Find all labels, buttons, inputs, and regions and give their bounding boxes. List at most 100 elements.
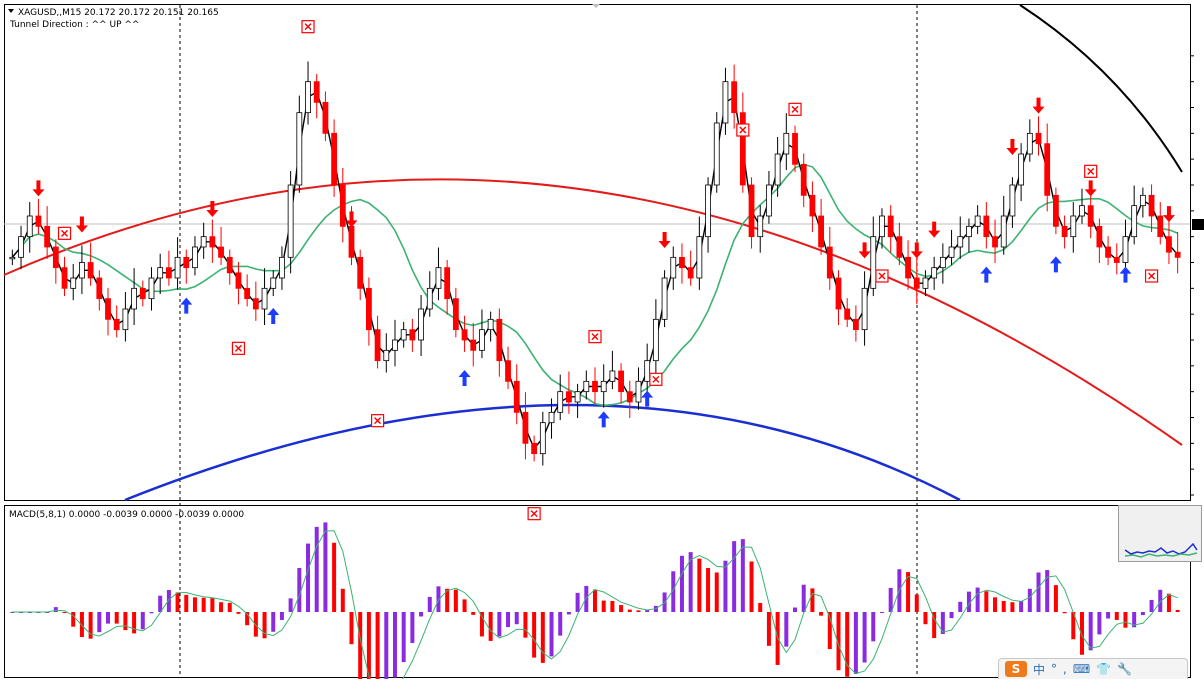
macd-bar xyxy=(227,602,232,612)
mini-chart-preview[interactable] xyxy=(1118,505,1202,562)
signal-box-icon xyxy=(649,372,663,386)
macd-bar xyxy=(332,542,337,612)
candle-bear xyxy=(992,236,998,248)
main-chart-frame xyxy=(4,4,1191,501)
macd-bar xyxy=(158,595,163,612)
macd-bar xyxy=(97,612,102,633)
candle-bear xyxy=(792,132,798,165)
macd-bar xyxy=(1001,601,1006,612)
chart-window[interactable]: XAGUSD,,M15 20.172 20.172 20.151 20.165 … xyxy=(0,0,1204,683)
candle-bear xyxy=(844,308,851,320)
macd-bar xyxy=(201,597,206,612)
candle-bear xyxy=(1166,236,1172,253)
candle-bull xyxy=(1079,205,1085,217)
macd-bar xyxy=(236,612,241,614)
chart-canvas[interactable]: XAGUSD,,M15 20.172 20.172 20.151 20.165 … xyxy=(0,0,1204,683)
candle-bull xyxy=(766,184,772,217)
macd-bar xyxy=(706,568,711,612)
signal-box-icon xyxy=(588,330,602,344)
candle-bull xyxy=(1000,215,1007,248)
candle-bear xyxy=(1035,132,1042,145)
candle-bear xyxy=(1148,194,1155,217)
ime-logo[interactable]: S xyxy=(1005,661,1027,677)
candle-bull xyxy=(696,236,703,279)
macd-bar xyxy=(71,612,76,627)
candle-bear xyxy=(218,246,224,258)
candle-bull xyxy=(574,391,581,403)
candle-bear xyxy=(61,267,68,289)
ime-item[interactable]: ° xyxy=(1051,662,1057,676)
macd-bar xyxy=(1140,612,1145,616)
keyboard-icon[interactable]: ⌨ xyxy=(1073,662,1090,676)
candle-bear xyxy=(209,236,216,248)
candle-bull xyxy=(1009,184,1016,217)
candle-bull xyxy=(9,256,16,260)
macd-bar xyxy=(749,561,754,612)
macd-bar xyxy=(549,612,554,657)
candle-bull xyxy=(652,318,659,362)
macd-bar xyxy=(923,612,928,625)
macd-bar xyxy=(106,612,111,624)
macd-bar xyxy=(488,612,493,641)
candle-bear xyxy=(748,184,755,238)
candle-bear xyxy=(592,380,598,393)
macd-bar xyxy=(62,612,67,613)
candle-bear xyxy=(513,380,520,413)
macd-bar xyxy=(714,572,719,612)
candle-bear xyxy=(357,256,364,289)
macd-bar xyxy=(149,612,154,614)
candle-bear xyxy=(566,391,572,403)
mini-line-green xyxy=(1124,552,1198,558)
macd-bar xyxy=(288,598,293,612)
candle-bear xyxy=(452,298,459,331)
macd-bar xyxy=(306,543,311,612)
macd-bar xyxy=(1027,588,1032,612)
signal-box-icon xyxy=(370,414,385,428)
candle-bull xyxy=(79,262,85,279)
signal-box-icon xyxy=(1144,269,1159,283)
wrench-icon[interactable]: 🔧 xyxy=(1117,662,1132,676)
macd-bar xyxy=(766,612,771,646)
macd-bar xyxy=(627,609,632,612)
macd-bar xyxy=(210,598,215,612)
signal-box-icon xyxy=(1084,164,1098,178)
symbol-line: XAGUSD,,M15 20.172 20.172 20.151 20.165 xyxy=(18,8,219,18)
candle-bull xyxy=(122,308,129,331)
ime-toolbar[interactable]: S 中 ° , ⌨ 👕 🔧 xyxy=(998,658,1188,679)
ime-item[interactable]: 中 xyxy=(1033,661,1045,678)
candle-bull xyxy=(557,391,564,413)
candle-bear xyxy=(505,360,511,382)
candle-bear xyxy=(1061,225,1068,238)
candle-bear xyxy=(687,267,694,279)
candle-bear xyxy=(531,442,538,455)
candle-bull xyxy=(418,308,424,341)
ime-item[interactable]: , xyxy=(1063,662,1067,676)
candle-bear xyxy=(1105,246,1111,258)
macd-bar xyxy=(262,612,267,639)
candle-bear xyxy=(409,329,416,341)
candle-bear xyxy=(365,287,372,331)
candle-bear xyxy=(905,256,911,279)
macd-bar xyxy=(514,612,519,625)
macd-bar xyxy=(323,522,328,612)
skin-icon[interactable]: 👕 xyxy=(1096,662,1111,676)
candle-bear xyxy=(809,194,816,217)
candle-bear xyxy=(1053,194,1059,227)
macd-bar xyxy=(506,612,511,628)
candle-bull xyxy=(774,153,781,186)
candle-bull xyxy=(583,380,590,393)
macd-bar xyxy=(793,607,798,612)
macd-bar xyxy=(819,612,824,616)
candle-bull xyxy=(879,215,885,238)
macd-bar xyxy=(253,612,258,637)
candle-bull xyxy=(539,422,546,455)
macd-bar xyxy=(740,539,745,612)
macd-bar xyxy=(679,555,684,612)
macd-bar xyxy=(1166,593,1171,612)
macd-bar xyxy=(566,612,571,615)
candle-bull xyxy=(383,349,390,362)
macd-bar xyxy=(271,612,276,632)
candle-bull xyxy=(1122,236,1129,263)
candle-bull xyxy=(957,236,964,248)
macd-bar xyxy=(349,612,354,645)
